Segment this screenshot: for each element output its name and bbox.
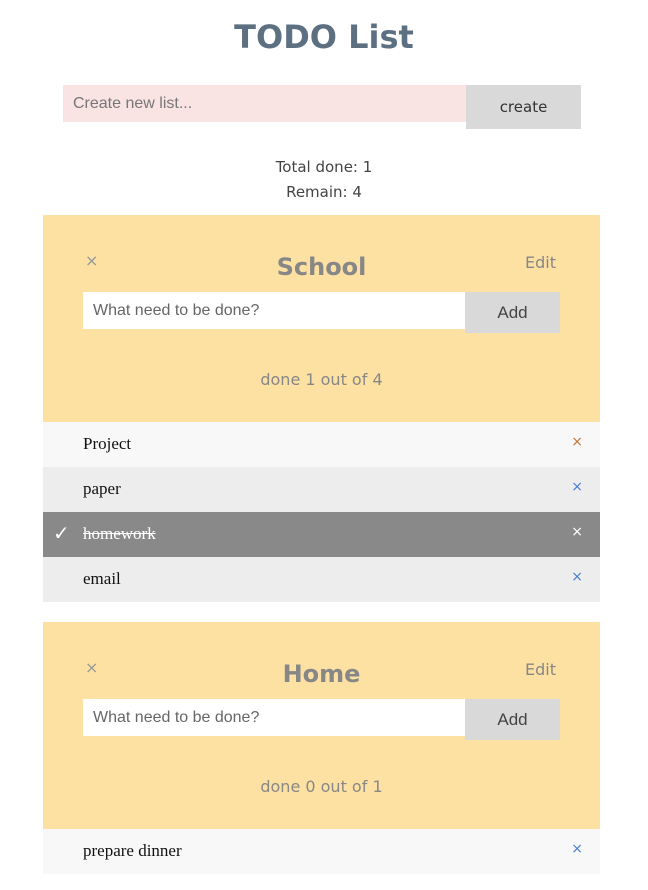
- page-title: TODO List: [234, 18, 414, 56]
- edit-button[interactable]: Edit: [525, 660, 556, 679]
- delete-item-icon[interactable]: ×: [571, 434, 583, 450]
- todo-text: prepare dinner: [83, 841, 182, 860]
- list-name: School: [276, 253, 367, 281]
- add-button[interactable]: Add: [465, 292, 560, 333]
- new-list-input[interactable]: [63, 85, 466, 122]
- todo-text: paper: [83, 479, 121, 498]
- remain: Remain: 4: [286, 183, 362, 201]
- todo-item[interactable]: prepare dinner ×: [43, 829, 600, 874]
- delete-item-icon[interactable]: ×: [571, 569, 583, 585]
- list-card-school: × School Edit Add done 1 out of 4: [43, 215, 600, 422]
- todo-text: Project: [83, 434, 132, 453]
- check-icon: ✓: [53, 523, 70, 545]
- new-todo-input[interactable]: [83, 699, 465, 736]
- todo-text: email: [83, 569, 121, 588]
- todo-item-done[interactable]: ✓ homework ×: [43, 512, 600, 557]
- edit-button[interactable]: Edit: [525, 253, 556, 272]
- done-count: done 0 out of 1: [260, 777, 383, 796]
- todo-item[interactable]: Project ×: [43, 422, 600, 467]
- list-name: Home: [282, 660, 361, 688]
- delete-item-icon[interactable]: ×: [571, 524, 583, 540]
- done-count: done 1 out of 4: [260, 370, 383, 389]
- todo-item[interactable]: paper ×: [43, 467, 600, 512]
- new-todo-input[interactable]: [83, 292, 465, 329]
- list-card-home: × Home Edit Add done 0 out of 1: [43, 622, 600, 829]
- add-button[interactable]: Add: [465, 699, 560, 740]
- todo-text: homework: [83, 524, 156, 543]
- total-done: Total done: 1: [275, 158, 373, 176]
- delete-item-icon[interactable]: ×: [571, 479, 583, 495]
- create-button[interactable]: create: [466, 85, 581, 129]
- delete-item-icon[interactable]: ×: [571, 841, 583, 857]
- todo-item[interactable]: email ×: [43, 557, 600, 602]
